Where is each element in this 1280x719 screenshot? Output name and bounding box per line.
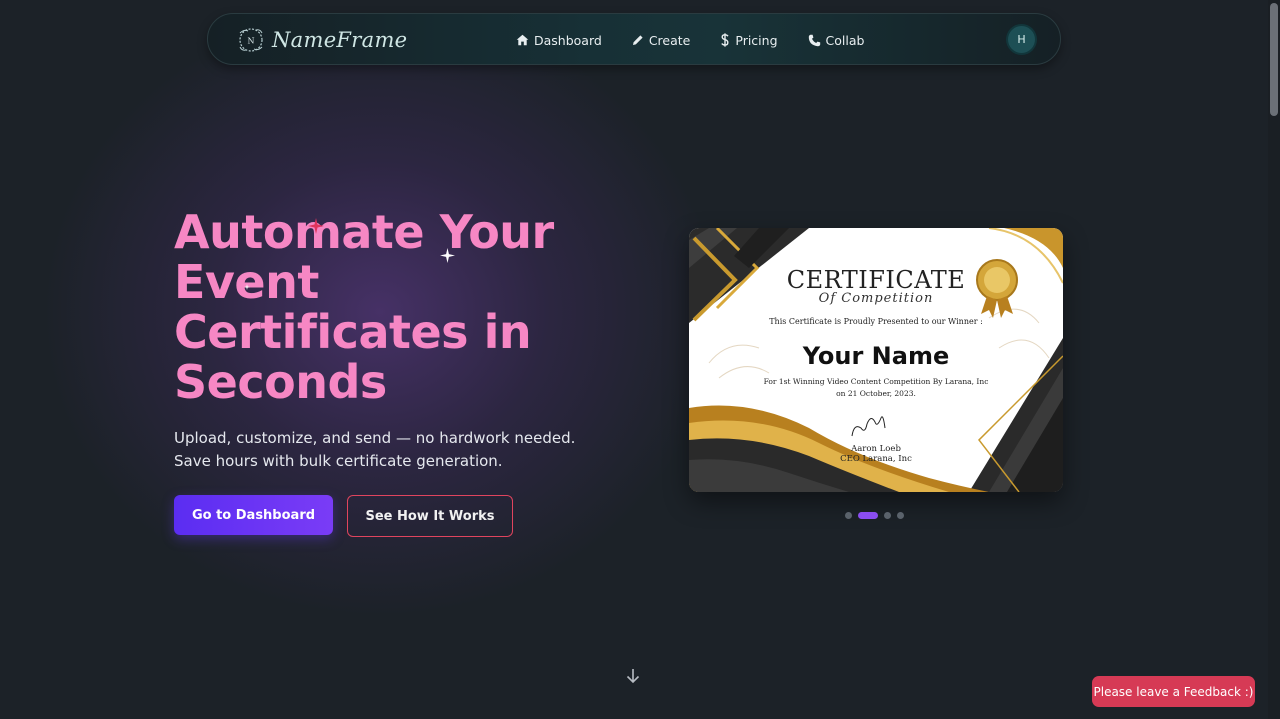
sparkle-icon — [308, 218, 324, 234]
nav-item-collab[interactable]: Collab — [808, 32, 865, 48]
arrow-down-icon[interactable] — [625, 667, 641, 685]
certificate-subtitle: Of Competition — [818, 291, 934, 306]
user-avatar[interactable]: H — [1008, 26, 1035, 53]
phone-icon — [808, 34, 820, 46]
logo-emblem-icon: N — [239, 28, 263, 52]
certificate-presented-text: This Certificate is Proudly Presented to… — [769, 317, 983, 326]
hero-subtitle: Upload, customize, and send — no hardwor… — [174, 427, 604, 473]
feedback-button[interactable]: Please leave a Feedback :) — [1092, 676, 1255, 707]
see-how-it-works-button[interactable]: See How It Works — [347, 495, 513, 537]
carousel-dot-active[interactable] — [858, 511, 878, 519]
page-scrollbar[interactable] — [1268, 0, 1280, 719]
nav-item-label: Create — [648, 32, 691, 48]
nav-item-label: Pricing — [735, 32, 778, 48]
hero-title: Automate Your Event Certificates in Seco… — [174, 207, 644, 407]
pencil-icon — [632, 35, 643, 45]
sparkle-icon — [244, 284, 250, 290]
certificate-signer-name: Aaron Loeb — [851, 444, 901, 454]
brand-name: NameFrame — [272, 28, 408, 52]
nav-item-create[interactable]: Create — [632, 32, 691, 48]
certificate-description-line: For 1st Winning Video Content Competitio… — [763, 377, 989, 386]
go-to-dashboard-button[interactable]: Go to Dashboard — [174, 495, 333, 535]
nav-item-label: Dashboard — [534, 32, 602, 48]
certificate-title: CERTIFICATE — [786, 266, 966, 294]
hero-title-line: Event — [174, 255, 319, 309]
hero-title-line: Seconds — [174, 355, 387, 409]
carousel-indicators — [845, 511, 910, 519]
scrollbar-thumb[interactable] — [1270, 3, 1278, 116]
nav-item-label: Collab — [825, 32, 865, 48]
home-icon — [516, 34, 529, 46]
certificate-preview: CERTIFICATE Of Competition This Certific… — [689, 228, 1063, 492]
brand-logo[interactable]: N NameFrame — [236, 24, 407, 56]
sparkle-icon — [440, 248, 455, 263]
dollar-icon — [721, 33, 729, 47]
svg-text:N: N — [248, 37, 255, 46]
top-navbar: N NameFrame Dashboard Create Pricing Col… — [207, 13, 1061, 65]
certificate-signer-title: CEO Larana, Inc — [840, 454, 912, 464]
hero-title-line: Automate Your — [174, 205, 554, 259]
hero-subtitle-line: Save hours with bulk certificate generat… — [174, 452, 503, 470]
nav-item-dashboard[interactable]: Dashboard — [516, 33, 602, 48]
hero-title-line: Certificates in — [174, 305, 532, 359]
certificate-description: For 1st Winning Video Content Competitio… — [729, 376, 1023, 400]
nav-item-pricing[interactable]: Pricing — [720, 32, 778, 48]
carousel-dot[interactable] — [884, 511, 891, 519]
certificate-recipient-name: Your Name — [802, 342, 950, 370]
nav-links: Dashboard Create Pricing Collab — [516, 14, 894, 66]
certificate-signer: Aaron Loeb CEO Larana, Inc — [689, 444, 1063, 464]
carousel-dot[interactable] — [845, 511, 852, 519]
carousel-dot[interactable] — [897, 511, 904, 519]
hero-subtitle-line: Upload, customize, and send — no hardwor… — [174, 429, 576, 447]
certificate-description-line: on 21 October, 2023. — [836, 389, 916, 398]
